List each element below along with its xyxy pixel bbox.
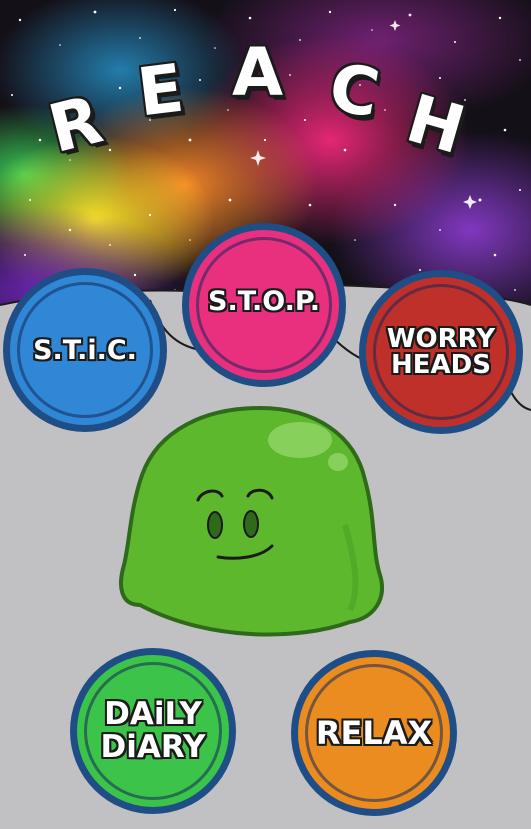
title-letter-e: E: [133, 49, 188, 132]
green-blob-mascot-icon: [119, 405, 384, 637]
stop-button-label: S.T.O.P.: [208, 285, 320, 317]
title-letter-a: A: [232, 34, 284, 111]
worry-heads-label-line2: HEADS: [391, 350, 491, 380]
stop-button[interactable]: S.T.O.P.: [182, 223, 346, 387]
relax-button[interactable]: RELAX: [291, 650, 457, 816]
daily-diary-label-line2: DiARY: [100, 729, 206, 765]
worry-heads-button-label: WORRY HEADS: [387, 326, 495, 378]
stic-button-label: S.T.i.C.: [33, 334, 137, 366]
relax-button-label: RELAX: [315, 714, 433, 752]
app-screen: R E A C H S.T.O.P. S.T.i.C. WORRY HEADS …: [0, 0, 531, 829]
daily-diary-label-line1: DAiLY: [104, 696, 202, 733]
daily-diary-button[interactable]: DAiLY DiARY: [70, 648, 236, 814]
daily-diary-button-label: DAiLY DiARY: [101, 698, 206, 763]
